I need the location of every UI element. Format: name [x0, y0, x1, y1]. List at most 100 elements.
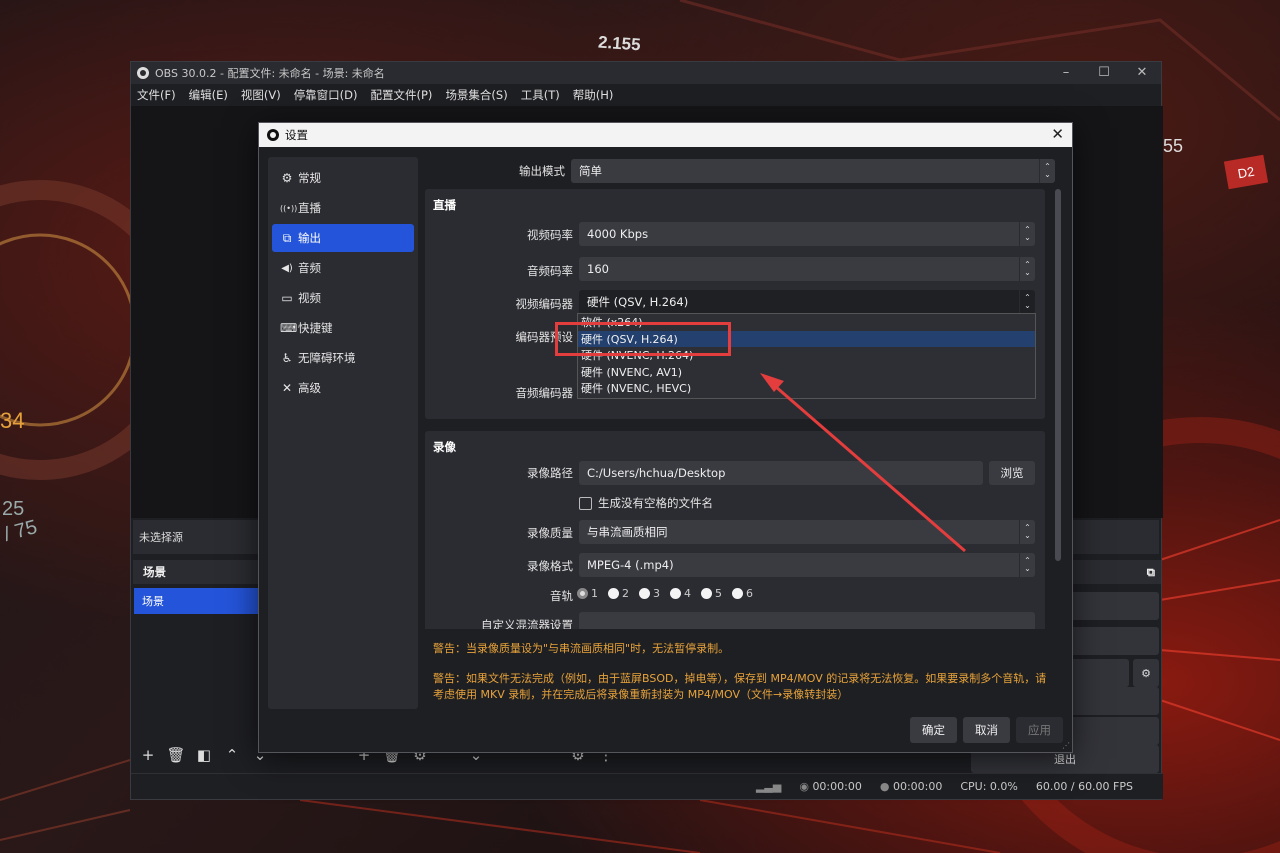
recording-format-label: 录像格式: [527, 559, 573, 573]
menu-file[interactable]: 文件(F): [137, 87, 176, 103]
recording-quality-value: 与串流画质相同: [587, 525, 668, 539]
ok-button[interactable]: 确定: [910, 717, 957, 743]
menu-docks[interactable]: 停靠窗口(D): [294, 87, 358, 103]
stream-status: ◉ 00:00:00: [799, 780, 862, 793]
output-mode-label: 输出模式: [519, 164, 565, 178]
video-bitrate-value: 4000 Kbps: [587, 227, 649, 241]
nav-item-advanced[interactable]: ✕ 高级: [272, 374, 414, 402]
undock-icon[interactable]: ⧉: [1147, 565, 1155, 580]
track-1-radio[interactable]: [577, 588, 588, 599]
no-space-checkbox[interactable]: [579, 496, 592, 510]
mp4-warning-line-2: 考虑使用 MKV 录制，并在完成后将录像重新封装为 MP4/MOV（文件→录像转…: [433, 688, 849, 701]
fps-readout: 60.00 / 60.00 FPS: [1035, 780, 1133, 793]
video-encoder-label: 视频编码器: [515, 297, 574, 311]
minimize-button[interactable]: –: [1047, 62, 1085, 84]
virtual-camera-settings-button[interactable]: ⚙: [1133, 659, 1159, 687]
custom-muxer-label: 自定义混流器设置: [481, 618, 573, 629]
video-encoder-select[interactable]: 硬件 (QSV, H.264) ⌃ ⌄: [579, 290, 1035, 314]
recording-quality-select[interactable]: 与串流画质相同 ⌃ ⌄: [579, 520, 1035, 544]
move-up-icon[interactable]: ⌃: [221, 744, 243, 766]
add-scene-icon[interactable]: +: [137, 744, 159, 766]
settings-title: 设置: [285, 128, 308, 142]
obs-logo-icon: [137, 67, 149, 79]
gear-icon: ⚙: [1141, 666, 1151, 680]
menu-view[interactable]: 视图(V): [241, 87, 281, 103]
scenes-dock-toolbar: + 🗑 ◧ ⌃ ⌄: [137, 744, 271, 766]
track-2-label: 2: [622, 587, 629, 600]
desktop-readout-top: 2.155: [597, 32, 642, 55]
filters-icon[interactable]: ◧: [193, 744, 215, 766]
controls-dock-header: ⧉: [1073, 560, 1161, 584]
keyboard-icon: ⌨: [280, 321, 298, 335]
nav-item-output[interactable]: ⧉ 输出: [272, 224, 414, 252]
no-space-label: 生成没有空格的文件名: [598, 496, 713, 510]
chevron-updown-icon: ⌃ ⌄: [1039, 159, 1055, 183]
track-6-radio[interactable]: [732, 588, 743, 599]
close-window-button[interactable]: ✕: [1123, 62, 1161, 84]
track-5-radio[interactable]: [701, 588, 712, 599]
status-bar: ▂▃▅ ◉ 00:00:00 ● 00:00:00 CPU: 0.0% 60.0…: [131, 773, 1163, 799]
menu-tools[interactable]: 工具(T): [521, 87, 560, 103]
chevron-updown-icon: ⌃ ⌄: [1019, 290, 1035, 314]
track-4-radio[interactable]: [670, 588, 681, 599]
menu-profile[interactable]: 配置文件(P): [371, 87, 433, 103]
audio-bitrate-label: 音频码率: [527, 264, 573, 278]
close-icon[interactable]: ✕: [1051, 125, 1064, 143]
settings-nav: ⚙ 常规 ((•)) 直播 ⧉ 输出 ◀) 音频 ▭ 视频 ⌨ 快捷键 ♿ 无障碍环境 ✕ 高级: [268, 157, 418, 709]
nav-item-general[interactable]: ⚙ 常规: [272, 164, 414, 192]
settings-scrollbar[interactable]: [1055, 189, 1061, 561]
exit-label: 退出: [1054, 753, 1076, 766]
gear-icon: ⚙: [281, 171, 293, 185]
output-mode-select[interactable]: 简单 ⌃ ⌄: [571, 159, 1055, 183]
obs-menubar: 文件(F) 编辑(E) 视图(V) 停靠窗口(D) 配置文件(P) 场景集合(S…: [131, 84, 1161, 106]
custom-muxer-input[interactable]: [579, 612, 1035, 629]
menu-help[interactable]: 帮助(H): [573, 87, 614, 103]
apply-label: 应用: [1028, 723, 1051, 737]
audio-bitrate-select[interactable]: 160 ⌃ ⌄: [579, 257, 1035, 281]
no-source-label: 未选择源: [139, 531, 183, 544]
menu-scene-collection[interactable]: 场景集合(S): [445, 87, 507, 103]
cpu-usage: CPU: 0.0%: [960, 780, 1018, 793]
cancel-label: 取消: [975, 723, 998, 737]
scene-list-item[interactable]: 场景: [134, 588, 259, 614]
nav-label-video: 视频: [298, 291, 321, 305]
nav-item-hotkeys[interactable]: ⌨ 快捷键: [272, 314, 414, 342]
apply-button[interactable]: 应用: [1016, 717, 1063, 743]
cancel-button[interactable]: 取消: [963, 717, 1010, 743]
nav-item-audio[interactable]: ◀) 音频: [272, 254, 414, 282]
record-time: 00:00:00: [892, 780, 943, 793]
nav-item-stream[interactable]: ((•)) 直播: [272, 194, 414, 222]
maximize-button[interactable]: ☐: [1085, 62, 1123, 84]
audio-track-options: 1 2 3 4 5 6: [577, 587, 753, 600]
track-3-radio[interactable]: [639, 588, 650, 599]
track-2-radio[interactable]: [608, 588, 619, 599]
nav-label-stream: 直播: [298, 201, 321, 215]
browse-button[interactable]: 浏览: [989, 461, 1035, 485]
recording-path-input[interactable]: C:/Users/hchua/Desktop: [579, 461, 983, 485]
nav-item-video[interactable]: ▭ 视频: [272, 284, 414, 312]
track-6-label: 6: [746, 587, 753, 600]
video-bitrate-input[interactable]: 4000 Kbps ⌃ ⌄: [579, 222, 1035, 246]
video-encoder-value: 硬件 (QSV, H.264): [587, 295, 689, 309]
recording-group-title: 录像: [433, 440, 456, 454]
highlight-box: [555, 322, 731, 356]
nav-label-output: 输出: [298, 231, 321, 245]
recording-format-select[interactable]: MPEG-4 (.mp4) ⌃ ⌄: [579, 553, 1035, 577]
resize-grip-icon[interactable]: ⋰: [1062, 741, 1070, 750]
video-bitrate-label: 视频码率: [527, 228, 573, 242]
output-mode-value: 简单: [579, 164, 602, 178]
nav-item-accessibility[interactable]: ♿ 无障碍环境: [272, 344, 414, 372]
settings-dialog: 设置 ✕ ⚙ 常规 ((•)) 直播 ⧉ 输出 ◀) 音频 ▭ 视频 ⌨ 快捷键 ♿ 无障碍环…: [258, 122, 1073, 753]
menu-edit[interactable]: 编辑(E): [189, 87, 228, 103]
encoder-option[interactable]: 硬件 (NVENC, AV1): [578, 364, 1035, 381]
nav-label-general: 常规: [298, 171, 321, 185]
browse-label: 浏览: [1000, 466, 1024, 480]
spin-arrows-icon: ⌃ ⌄: [1019, 222, 1035, 246]
obs-logo-icon: [267, 129, 279, 141]
no-space-filename-option[interactable]: 生成没有空格的文件名: [579, 495, 713, 511]
audio-tracks-label: 音轨: [550, 589, 573, 603]
recording-group: 录像 录像路径 C:/Users/hchua/Desktop 浏览 生成没有空格…: [425, 431, 1045, 629]
recording-quality-label: 录像质量: [527, 526, 573, 540]
encoder-option[interactable]: 硬件 (NVENC, HEVC): [578, 380, 1035, 397]
remove-scene-icon[interactable]: 🗑: [165, 744, 187, 766]
